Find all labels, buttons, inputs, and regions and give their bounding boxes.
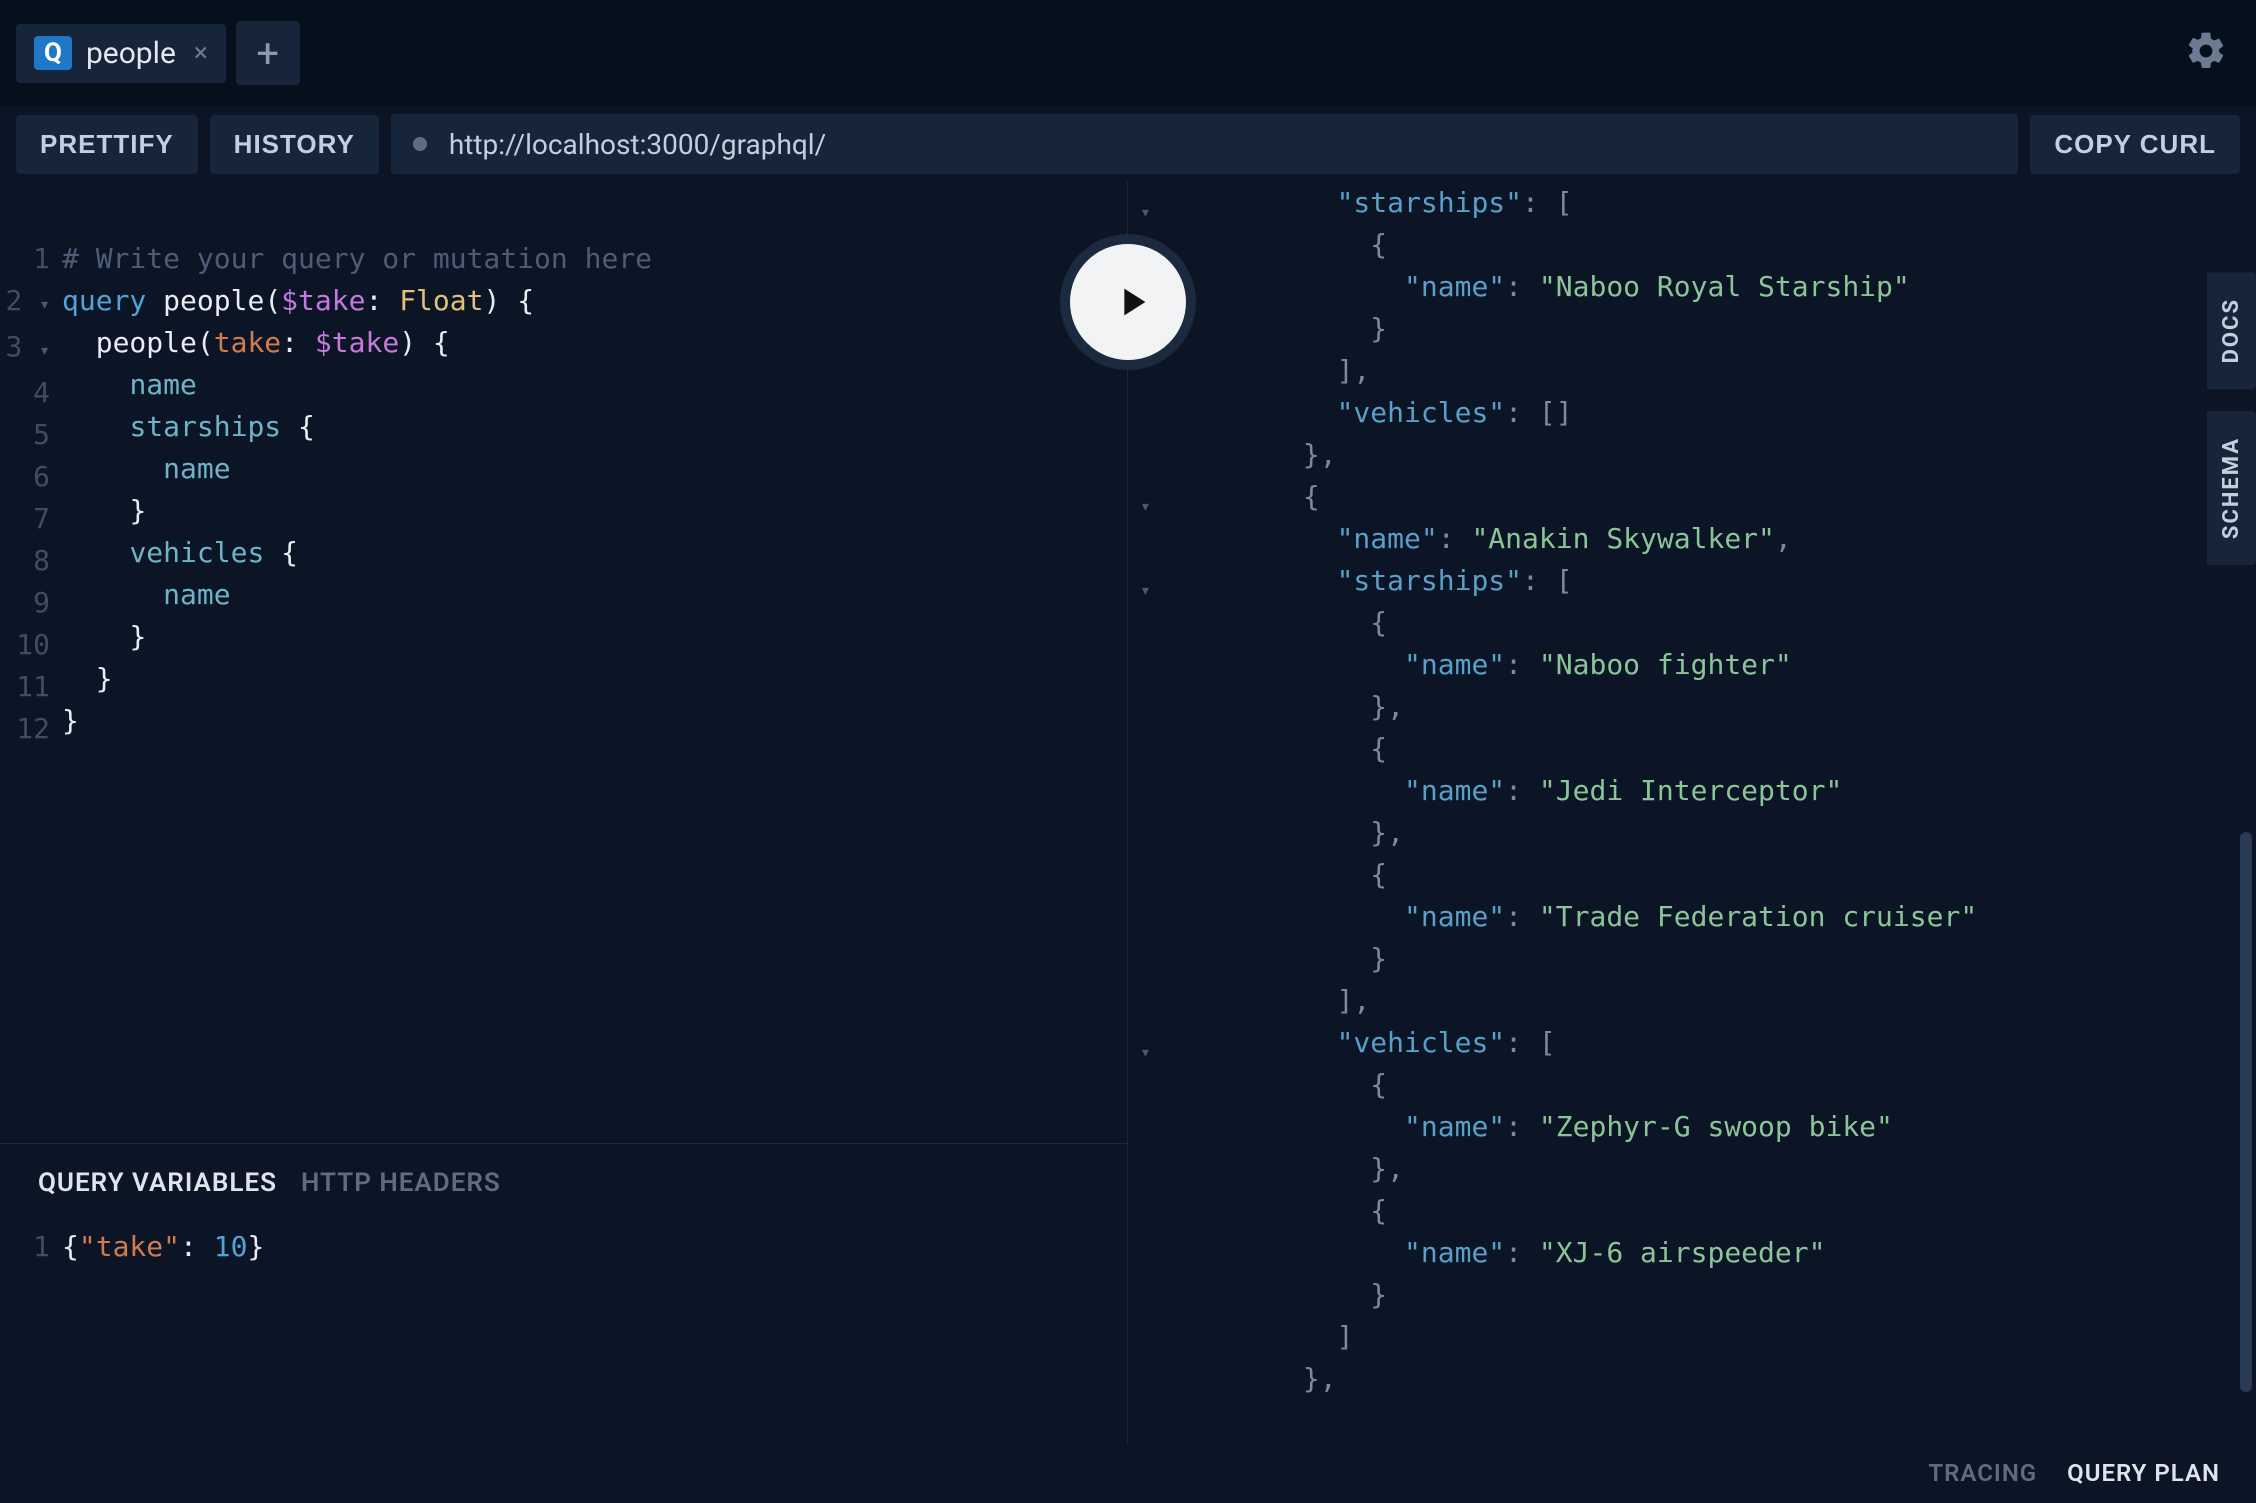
add-tab-button[interactable]: + [236,21,300,85]
endpoint-input[interactable]: http://localhost:3000/graphql/ [391,114,2019,174]
tab-query-plan[interactable]: QUERY PLAN [2067,1459,2220,1487]
run-button[interactable] [1070,244,1186,360]
tab-label: people [86,36,176,71]
close-icon[interactable]: × [194,38,208,68]
var-line-number: 1 [0,1226,50,1268]
variables-editor[interactable]: 1 {"take": 10} [0,1212,1127,1282]
side-docks: DOCS SCHEMA [2207,272,2256,566]
schema-dock[interactable]: SCHEMA [2207,411,2256,565]
main-area: 12 ▾3 ▾456789101112 # Write your query o… [0,182,2256,1443]
scrollbar[interactable] [2240,832,2252,1392]
line-gutter: 12 ▾3 ▾456789101112 [0,238,62,1143]
tab-badge-icon: Q [34,36,72,70]
tab-tracing[interactable]: TRACING [1928,1459,2037,1487]
variables-panel: QUERY VARIABLES HTTP HEADERS 1 {"take": … [0,1143,1127,1443]
result-pane: ▾ "starships": [ { "name": "Naboo Royal … [1128,182,2256,1443]
result-json[interactable]: ▾ "starships": [ { "name": "Naboo Royal … [1128,182,2256,1400]
tab-bar: Q people × + [0,0,2256,106]
footer-tabs: TRACING QUERY PLAN [1892,1443,2256,1503]
active-tab[interactable]: Q people × [16,24,226,83]
status-dot-icon [413,137,427,151]
tab-http-headers[interactable]: HTTP HEADERS [301,1168,501,1198]
prettify-button[interactable]: PRETTIFY [16,115,198,174]
left-pane: 12 ▾3 ▾456789101112 # Write your query o… [0,182,1128,1443]
copy-curl-button[interactable]: COPY CURL [2030,115,2240,174]
history-button[interactable]: HISTORY [210,115,379,174]
endpoint-url: http://localhost:3000/graphql/ [449,128,826,161]
code-area[interactable]: # Write your query or mutation here quer… [62,238,1127,1143]
settings-button[interactable] [2184,29,2228,77]
docs-dock[interactable]: DOCS [2207,272,2256,389]
gear-icon [2184,29,2228,73]
query-editor[interactable]: 12 ▾3 ▾456789101112 # Write your query o… [0,182,1127,1143]
tab-query-variables[interactable]: QUERY VARIABLES [38,1168,277,1198]
variables-code[interactable]: {"take": 10} [62,1226,264,1268]
toolbar: PRETTIFY HISTORY http://localhost:3000/g… [0,106,2256,182]
play-icon [1109,279,1155,325]
